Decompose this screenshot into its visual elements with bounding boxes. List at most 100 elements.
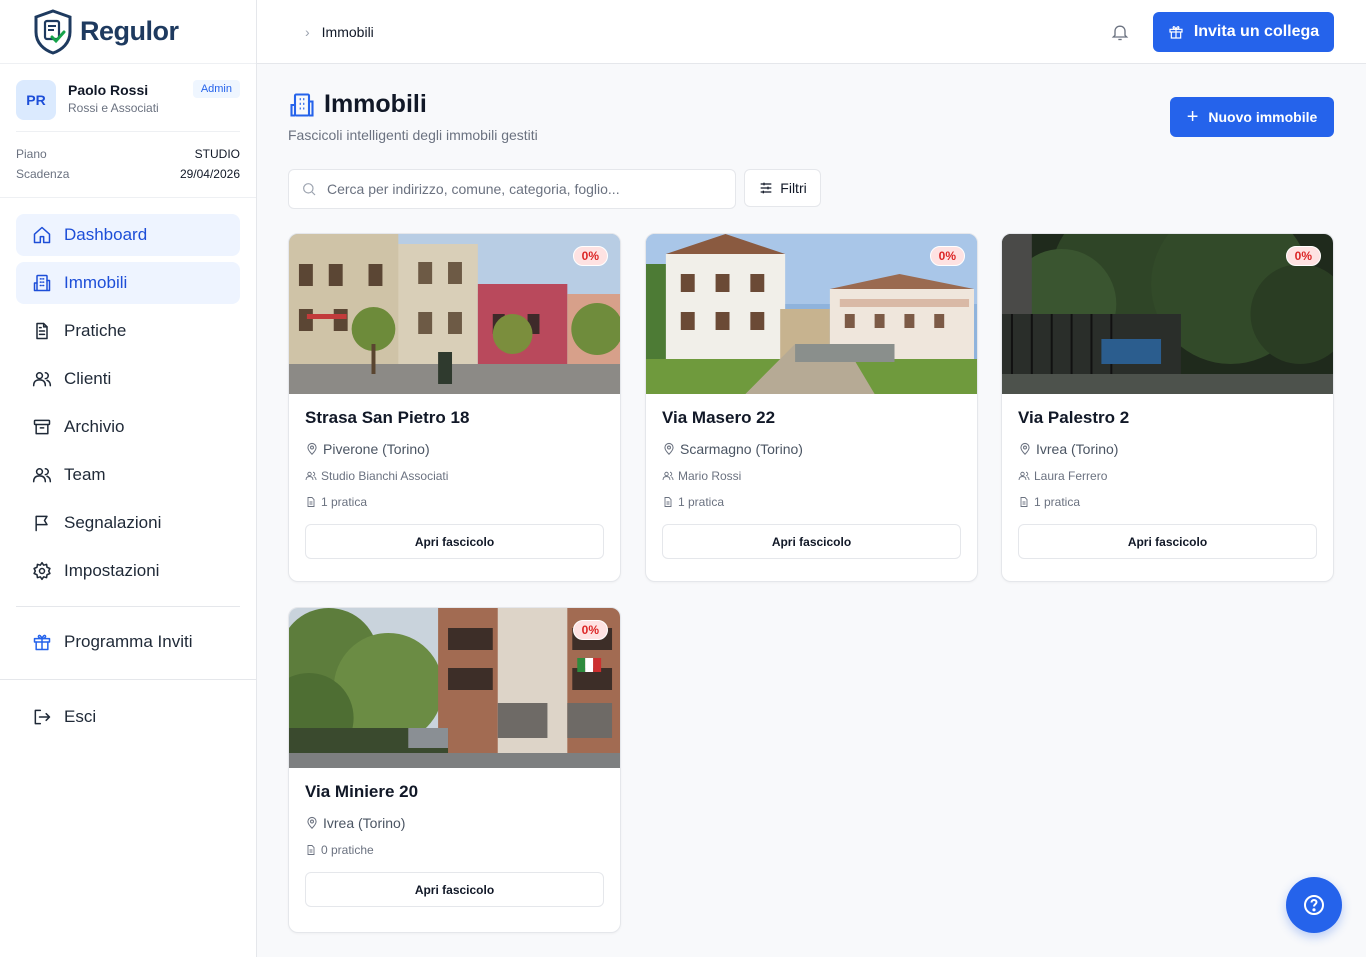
logout-button[interactable]: Esci [16, 696, 240, 738]
invite-colleague-button[interactable]: Invita un collega [1153, 12, 1334, 52]
document-icon [307, 497, 315, 507]
gift-icon [1169, 26, 1183, 39]
sidebar-item-segnalazioni[interactable]: Segnalazioni [16, 502, 240, 544]
map-pin-icon [307, 816, 317, 829]
bell-icon[interactable] [1110, 22, 1130, 42]
breadcrumb: › Immobili [305, 24, 374, 40]
document-icon [1020, 497, 1028, 507]
building-icon [290, 92, 314, 117]
map-pin-icon [1020, 442, 1030, 455]
logout-icon [32, 707, 52, 727]
sidebar-item-label: Programma Inviti [64, 632, 193, 651]
progress-badge: 0% [1285, 246, 1321, 266]
users-icon [32, 369, 52, 389]
map-pin-icon [307, 442, 317, 455]
avatar: PR [16, 80, 56, 120]
chevron-right-icon: › [305, 23, 310, 40]
property-client: Mario Rossi [662, 466, 961, 486]
search-box [288, 169, 736, 209]
team-icon [32, 465, 52, 485]
open-dossier-button[interactable]: Apri fascicolo [305, 872, 604, 907]
search-input[interactable] [327, 181, 717, 197]
property-location-text: Scarmagno (Torino) [680, 441, 803, 457]
role-badge: Admin [192, 80, 240, 98]
progress-badge: 0% [929, 246, 965, 266]
sliders-icon [760, 182, 772, 194]
sidebar-item-label: Immobili [64, 273, 128, 292]
filters-button[interactable]: Filtri [744, 169, 821, 207]
breadcrumb-current[interactable]: Immobili [322, 24, 374, 40]
sidebar-footer: Esci [0, 679, 256, 744]
gift-icon [32, 632, 52, 652]
property-photo[interactable]: 0% [646, 234, 977, 394]
user-org: Rossi e Associati [68, 101, 159, 115]
plan-label: Piano [16, 147, 47, 161]
sidebar-nav: Dashboard Immobili Pratiche Clienti Arch… [0, 198, 256, 663]
logo-shield-icon [34, 8, 72, 55]
sidebar-item-label: Clienti [64, 369, 112, 388]
users-icon [305, 471, 317, 481]
property-title[interactable]: Strasa San Pietro 18 [305, 408, 604, 434]
open-dossier-button[interactable]: Apri fascicolo [305, 524, 604, 559]
property-practices: 1 pratica [1018, 492, 1317, 512]
user-name: Paolo Rossi [68, 82, 149, 98]
users-icon [662, 471, 674, 481]
invite-label: Invita un collega [1193, 23, 1320, 40]
flag-icon [32, 513, 52, 533]
open-dossier-button[interactable]: Apri fascicolo [662, 524, 961, 559]
property-card: 0% Via Masero 22 Scarmagno (Torino) Mari… [645, 233, 978, 582]
progress-badge: 0% [572, 246, 608, 266]
sidebar-item-clienti[interactable]: Clienti [16, 358, 240, 400]
page-title: Immobili [288, 90, 427, 119]
property-photo[interactable]: 0% [1002, 234, 1333, 394]
sidebar-item-pratiche[interactable]: Pratiche [16, 310, 240, 352]
sidebar-item-label: Dashboard [64, 225, 148, 244]
sidebar-item-impostazioni[interactable]: Impostazioni [16, 550, 240, 592]
building-icon [32, 273, 52, 293]
property-practices-text: 1 pratica [678, 495, 725, 509]
property-practices: 0 pratiche [305, 840, 604, 860]
topbar: › Immobili Invita un collega [257, 0, 1366, 64]
plan-value: STUDIO [194, 147, 240, 161]
filters-label: Filtri [780, 180, 807, 196]
brand-name: Regulor [80, 16, 179, 46]
sidebar-item-immobili[interactable]: Immobili [16, 262, 240, 304]
new-property-button[interactable]: + Nuovo immobile [1170, 97, 1334, 137]
users-icon [1018, 471, 1030, 481]
property-title[interactable]: Via Masero 22 [662, 408, 961, 434]
document-icon [32, 321, 52, 341]
property-practices: 1 pratica [662, 492, 961, 512]
property-photo[interactable]: 0% [289, 608, 620, 768]
new-property-label: Nuovo immobile [1208, 109, 1318, 125]
sidebar-item-team[interactable]: Team [16, 454, 240, 496]
map-pin-icon [664, 442, 674, 455]
expiry-row: Scadenza 29/04/2026 [16, 164, 240, 184]
property-photo[interactable]: 0% [289, 234, 620, 394]
property-location-text: Piverone (Torino) [323, 441, 430, 457]
sidebar-item-dashboard[interactable]: Dashboard [16, 214, 240, 256]
property-location: Piverone (Torino) [305, 438, 604, 460]
help-button[interactable] [1286, 877, 1342, 933]
property-practices-text: 1 pratica [1034, 495, 1081, 509]
gear-icon [32, 561, 52, 581]
sidebar-item-programma-inviti[interactable]: Programma Inviti [16, 621, 240, 663]
help-icon [1304, 895, 1324, 915]
sidebar: Regulor PR Paolo Rossi Rossi e Associati… [0, 0, 257, 957]
property-title[interactable]: Via Palestro 2 [1018, 408, 1317, 434]
home-icon [32, 225, 52, 245]
property-location-text: Ivrea (Torino) [1036, 441, 1119, 457]
property-client-text: Studio Bianchi Associati [321, 469, 449, 483]
sidebar-item-label: Archivio [64, 417, 125, 436]
open-dossier-button[interactable]: Apri fascicolo [1018, 524, 1317, 559]
property-practices-text: 1 pratica [321, 495, 368, 509]
progress-badge: 0% [572, 620, 608, 640]
page-subtitle: Fascicoli intelligenti degli immobili ge… [288, 127, 538, 143]
nav-divider [16, 606, 240, 607]
sidebar-item-archivio[interactable]: Archivio [16, 406, 240, 448]
property-client: Laura Ferrero [1018, 466, 1317, 486]
page-title-text: Immobili [324, 90, 427, 118]
logo[interactable]: Regulor [0, 0, 256, 64]
property-title[interactable]: Via Miniere 20 [305, 782, 604, 808]
sidebar-item-label: Segnalazioni [64, 513, 162, 532]
search-icon [303, 183, 316, 196]
